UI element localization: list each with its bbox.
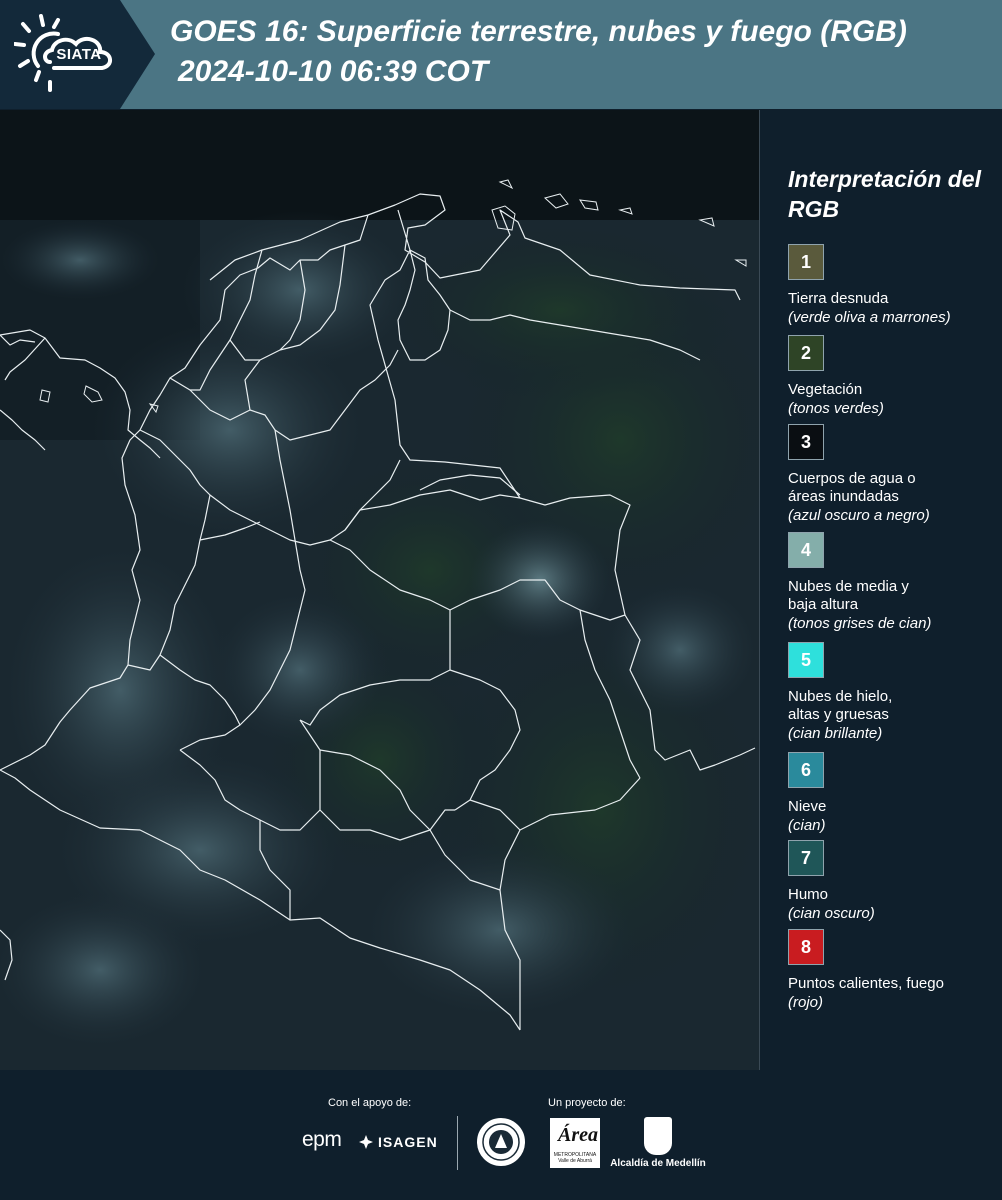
alcaldia-medellin-logo: Alcaldía de Medellín <box>610 1117 706 1169</box>
legend-desc: (rojo) <box>788 994 824 1011</box>
amva-logo-text: Área <box>558 1124 598 1146</box>
legend-item-3: 3 Cuerpos de agua o áreas inundadas (azu… <box>788 424 998 525</box>
legend-item-2: 2 Vegetación (tonos verdes) <box>788 335 998 418</box>
legend-label: Nubes de media y baja altura <box>788 578 909 613</box>
legend-desc: (tonos grises de cian) <box>788 615 932 632</box>
legend-desc: (verde oliva a marrones) <box>788 309 951 326</box>
siata-logo: SIATA <box>0 0 155 109</box>
legend-item-7: 7 Humo (cian oscuro) <box>788 840 998 923</box>
legend-desc: (cian oscuro) <box>788 905 875 922</box>
seal-icon <box>482 1123 520 1161</box>
legend-swatch: 8 <box>788 929 824 965</box>
amva-logo-subtext: METROPOLITANA Valle de Aburrá <box>553 1152 597 1164</box>
project-label: Un proyecto de: <box>548 1097 626 1109</box>
legend-label: Puntos calientes, fuego <box>788 975 944 992</box>
legend-swatch: 3 <box>788 424 824 460</box>
legend-item-8: 8 Puntos calientes, fuego (rojo) <box>788 929 998 1012</box>
legend-swatch: 7 <box>788 840 824 876</box>
legend-item-1: 1 Tierra desnuda (verde oliva a marrones… <box>788 244 998 327</box>
siata-logo-text: SIATA <box>56 46 102 63</box>
legend-swatch: 4 <box>788 532 824 568</box>
legend-desc: (tonos verdes) <box>788 400 884 417</box>
legend-swatch: 6 <box>788 752 824 788</box>
satellite-map <box>0 110 760 1070</box>
page-title: GOES 16: Superficie terrestre, nubes y f… <box>170 15 907 48</box>
legend-label: Nubes de hielo, altas y gruesas <box>788 688 893 723</box>
legend-label: Humo <box>788 886 829 903</box>
satellite-image <box>0 110 759 1070</box>
legend-label: Vegetación <box>788 381 863 398</box>
legend-item-6: 6 Nieve (cian) <box>788 752 998 835</box>
area-metropolitana-logo: Área METROPOLITANA Valle de Aburrá <box>550 1118 600 1168</box>
legend-label: Cuerpos de agua o áreas inundadas <box>788 470 916 505</box>
isagen-text: ISAGEN <box>378 1134 438 1150</box>
epm-logo: epm <box>302 1128 342 1151</box>
legend-swatch: 1 <box>788 244 824 280</box>
legend-panel: Interpretación del RGB 1 Tierra desnuda … <box>760 110 1002 1070</box>
legend-desc: (cian brillante) <box>788 725 883 742</box>
header-bar: SIATA GOES 16: Superficie terrestre, nub… <box>0 0 1002 109</box>
legend-desc: (cian) <box>788 817 826 834</box>
footer-divider <box>457 1116 458 1170</box>
legend-item-4: 4 Nubes de media y baja altura (tonos gr… <box>788 532 998 633</box>
legend-swatch: 5 <box>788 642 824 678</box>
shield-icon <box>644 1117 672 1155</box>
isagen-star-icon <box>359 1135 373 1149</box>
legend-swatch: 2 <box>788 335 824 371</box>
legend-item-5: 5 Nubes de hielo, altas y gruesas (cian … <box>788 642 998 743</box>
legend-label: Tierra desnuda <box>788 290 889 307</box>
footer: Con el apoyo de: Un proyecto de: epm ISA… <box>0 1070 1002 1200</box>
alcaldia-medellin-text: Alcaldía de Medellín <box>610 1158 706 1169</box>
support-label: Con el apoyo de: <box>328 1097 412 1109</box>
university-seal-logo <box>477 1118 525 1166</box>
isagen-logo: ISAGEN <box>358 1134 438 1150</box>
image-datetime: 2024-10-10 06:39 COT <box>178 55 489 88</box>
legend-title: Interpretación del RGB <box>788 166 981 222</box>
legend-desc: (azul oscuro a negro) <box>788 507 930 524</box>
legend-label: Nieve <box>788 798 827 815</box>
